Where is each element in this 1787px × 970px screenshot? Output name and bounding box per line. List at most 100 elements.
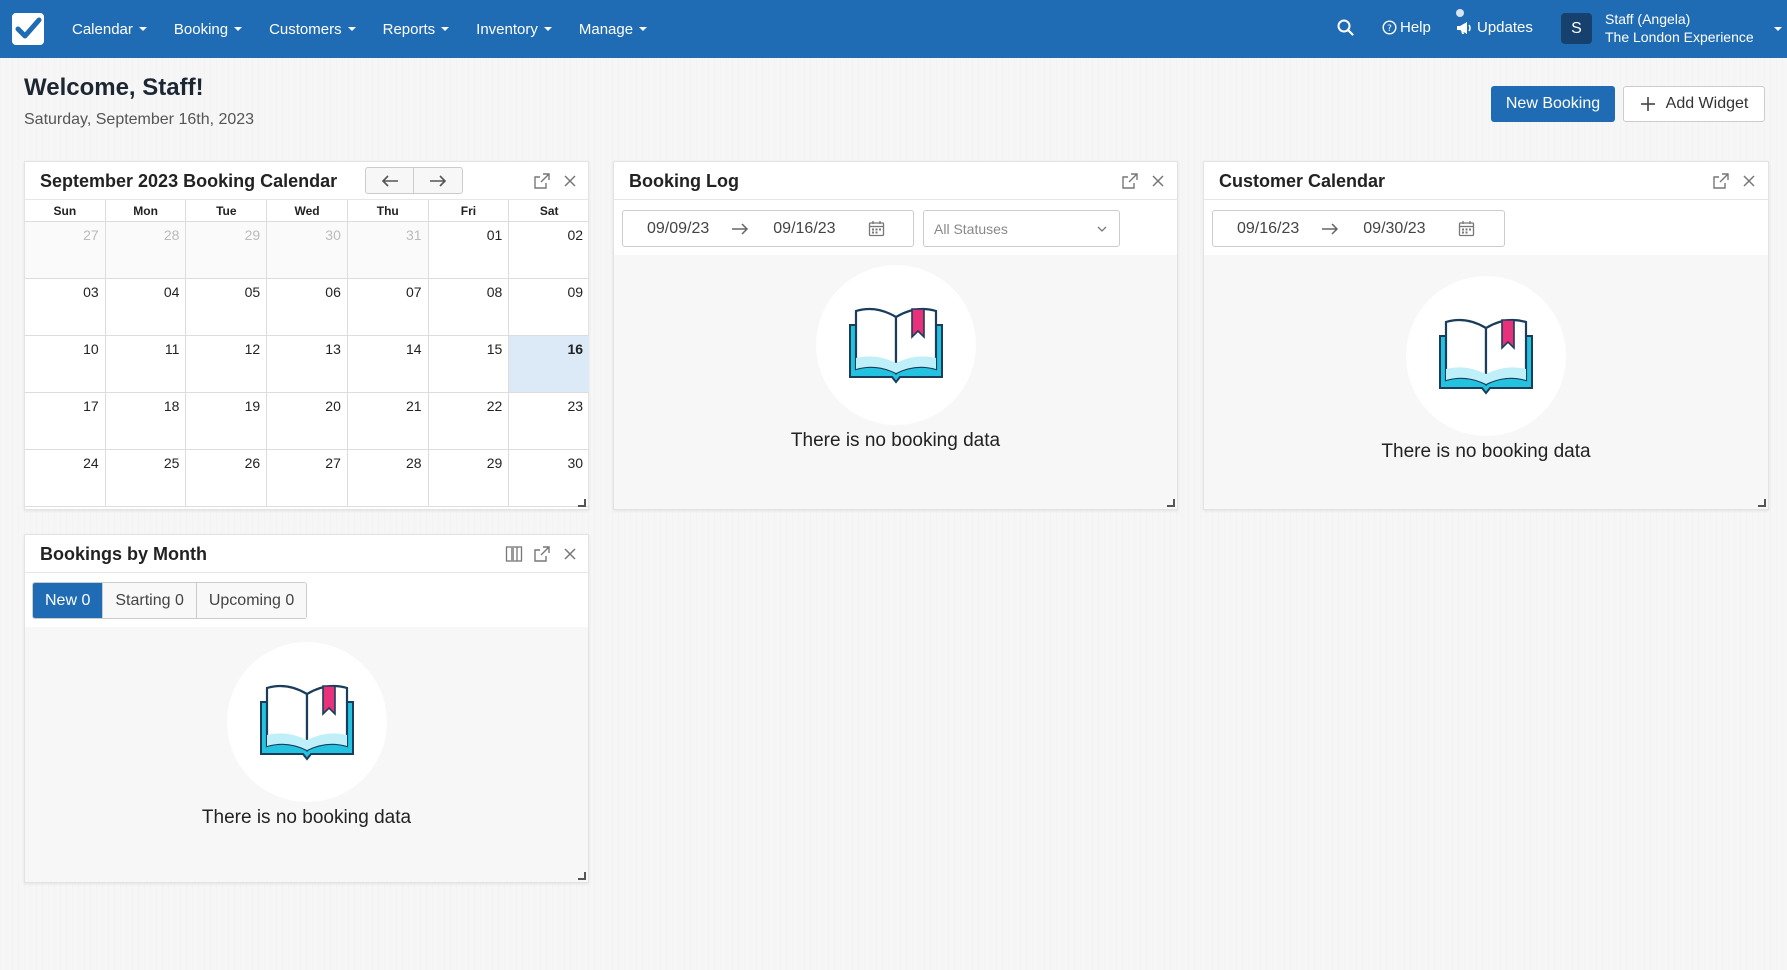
prev-month-button[interactable] [366, 168, 415, 193]
widget-header: September 2023 Booking Calendar [25, 162, 588, 200]
calendar-day-cell[interactable]: 26 [186, 450, 268, 506]
plus-icon [1640, 97, 1655, 111]
empty-state-message: There is no booking data [1381, 441, 1591, 462]
arrow-right-icon [1322, 222, 1339, 235]
calendar-day-cell[interactable]: 19 [186, 393, 268, 449]
columns-toggle-icon[interactable] [505, 545, 523, 563]
calendar-day-cell[interactable]: 01 [429, 222, 510, 278]
resize-handle-icon[interactable] [1167, 499, 1175, 507]
close-icon[interactable] [561, 545, 579, 563]
calendar-day-cell[interactable]: 08 [429, 279, 510, 335]
calendar-day-cell[interactable]: 18 [106, 393, 187, 449]
tab-new[interactable]: New 0 [33, 583, 104, 618]
calendar-day-cell[interactable]: 03 [25, 279, 106, 335]
calendar-day-cell[interactable]: 30 [509, 450, 589, 506]
tab-upcoming[interactable]: Upcoming 0 [196, 583, 307, 618]
widget-title: Customer Calendar [1219, 171, 1386, 191]
user-avatar[interactable]: S [1561, 13, 1592, 44]
nav-booking-label: Booking [173, 20, 229, 38]
calendar-icon[interactable] [1458, 220, 1475, 237]
calendar-day-cell[interactable]: 13 [267, 336, 348, 392]
help-label: Help [1400, 19, 1431, 36]
calendar-day-cell[interactable]: 16 [509, 336, 590, 392]
resize-handle-icon[interactable] [1758, 499, 1766, 507]
calendar-day-cell[interactable]: 09 [509, 279, 589, 335]
updates-link[interactable]: Updates [1456, 19, 1533, 36]
nav-reports[interactable]: Reports [383, 21, 450, 38]
open-book-icon [260, 684, 354, 761]
help-link[interactable]: ? Help [1382, 19, 1431, 36]
nav-calendar[interactable]: Calendar [72, 21, 147, 38]
end-date-input[interactable]: 09/30/23 [1363, 220, 1425, 238]
user-menu-caret-icon[interactable] [1774, 27, 1782, 31]
calendar-day-cell[interactable]: 29 [429, 450, 510, 506]
close-icon[interactable] [1149, 172, 1167, 190]
calendar-day-cell[interactable]: 27 [267, 450, 348, 506]
date-range-picker[interactable]: 09/09/23 09/16/23 [622, 210, 914, 247]
calendar-day-cell[interactable]: 28 [348, 450, 429, 506]
calendar-day-cell[interactable]: 05 [186, 279, 268, 335]
caret-down-icon [347, 27, 356, 31]
next-month-button[interactable] [414, 168, 462, 193]
widget-title: Bookings by Month [40, 544, 207, 564]
external-link-icon[interactable] [1121, 172, 1139, 190]
empty-book-illustration [227, 642, 387, 802]
calendar-day-cell[interactable]: 17 [25, 393, 106, 449]
calendar-day-cell[interactable]: 04 [106, 279, 187, 335]
tab-starting[interactable]: Starting 0 [103, 583, 197, 618]
calendar-day-cell[interactable]: 25 [106, 450, 187, 506]
nav-manage[interactable]: Manage [579, 21, 648, 38]
calendar-day-cell[interactable]: 06 [267, 279, 348, 335]
calendar-week-row: 03 04 05 06 07 08 09 [25, 279, 589, 336]
nav-inventory[interactable]: Inventory [476, 21, 552, 38]
calendar-day-cell[interactable]: 12 [186, 336, 268, 392]
resize-handle-icon[interactable] [578, 872, 586, 880]
calendar-day-cell[interactable]: 11 [106, 336, 187, 392]
calendar-day-cell[interactable]: 15 [429, 336, 510, 392]
calendar-navigation [365, 167, 463, 194]
external-link-icon[interactable] [1712, 172, 1730, 190]
resize-handle-icon[interactable] [578, 499, 586, 507]
booking-log-widget: Booking Log 09/09/23 09/16/23 All Status… [613, 161, 1178, 510]
search-icon[interactable] [1337, 19, 1354, 36]
status-select[interactable]: All Statuses [923, 210, 1120, 247]
user-menu[interactable]: Staff (Angela) The London Experience [1605, 10, 1754, 46]
calendar-day-cell[interactable]: 07 [348, 279, 429, 335]
calendar-day-cell[interactable]: 28 [105, 222, 187, 278]
caret-down-icon [234, 27, 243, 31]
add-widget-button[interactable]: Add Widget [1623, 86, 1765, 122]
end-date-input[interactable]: 09/16/23 [773, 220, 835, 238]
new-booking-button[interactable]: New Booking [1491, 86, 1615, 122]
calendar-day-cell[interactable]: 29 [186, 222, 268, 278]
page-title: Welcome, Staff! [24, 74, 204, 101]
day-of-week-header: Mon [106, 200, 187, 221]
open-book-icon [849, 307, 943, 384]
app-logo-icon[interactable] [12, 13, 44, 45]
calendar-day-cell[interactable]: 27 [25, 222, 106, 278]
calendar-day-cell[interactable]: 22 [429, 393, 510, 449]
calendar-day-cell[interactable]: 21 [348, 393, 429, 449]
calendar-icon[interactable] [868, 220, 885, 237]
nav-booking[interactable]: Booking [173, 20, 243, 38]
external-link-icon[interactable] [533, 545, 551, 563]
help-circle-icon: ? [1382, 20, 1397, 35]
day-of-week-header: Sat [539, 204, 559, 218]
external-link-icon[interactable] [533, 172, 551, 190]
close-icon[interactable] [561, 172, 579, 190]
calendar-day-cell[interactable]: 24 [25, 450, 106, 506]
calendar-day-cell[interactable]: 14 [348, 336, 429, 392]
calendar-day-cell[interactable]: 30 [267, 222, 348, 278]
date-range-picker[interactable]: 09/16/23 09/30/23 [1212, 210, 1505, 247]
calendar-grid: Sun Mon Tue Wed Thu Fri Sat 27 28 29 30 31 01 02 03 04… [25, 200, 590, 507]
empty-state-message: There is no booking data [790, 430, 1001, 451]
calendar-day-cell[interactable]: 23 [509, 393, 589, 449]
day-of-week-header: Fri [429, 200, 510, 221]
calendar-day-cell[interactable]: 20 [267, 393, 348, 449]
close-icon[interactable] [1740, 172, 1758, 190]
calendar-day-cell[interactable]: 10 [25, 336, 106, 392]
calendar-day-cell[interactable]: 02 [509, 222, 589, 278]
calendar-day-cell[interactable]: 31 [347, 222, 429, 278]
start-date-input[interactable]: 09/09/23 [647, 220, 709, 238]
start-date-input[interactable]: 09/16/23 [1237, 220, 1299, 238]
nav-customers[interactable]: Customers [269, 21, 356, 38]
